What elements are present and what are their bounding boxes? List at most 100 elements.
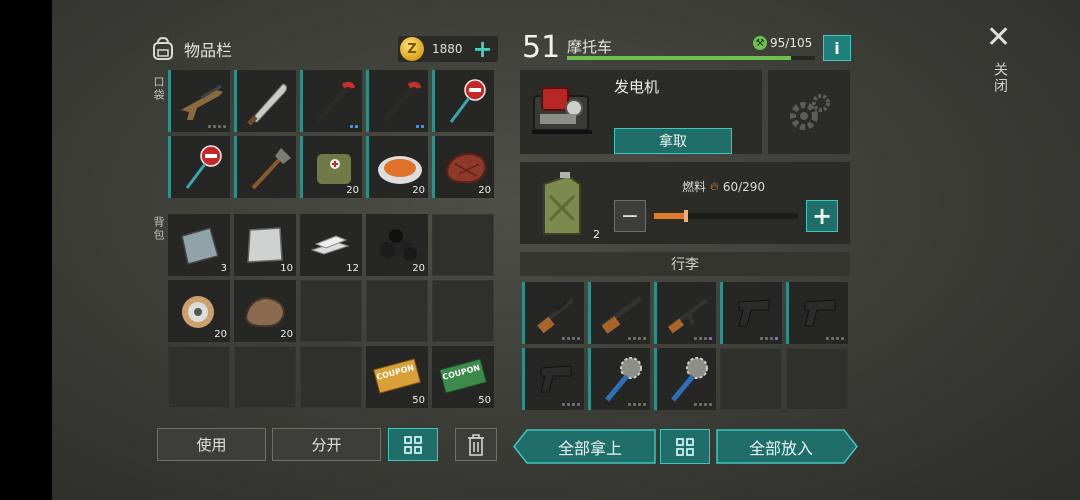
item-quantity: 50 [412,395,425,406]
item-slot[interactable] [234,136,296,198]
item-slot[interactable] [720,282,782,344]
grid-sort-icon [676,437,694,456]
generator-slot[interactable] [520,70,604,154]
item-slot[interactable] [234,70,296,132]
fuel-increase-button[interactable]: + [806,200,838,232]
item-slot[interactable]: COUPON 50 [432,346,494,408]
item-slot[interactable] [588,348,650,410]
trash-button[interactable] [455,428,497,461]
durability-value: 95/105 [770,36,813,50]
backpack-icon [153,37,173,60]
split-button[interactable]: 分开 [272,428,381,461]
item-slot[interactable]: 10 [234,214,296,276]
item-slot[interactable]: 3 [168,214,230,276]
item-tier-dots [628,403,646,406]
item-slot[interactable] [366,70,428,132]
fuel-label: 燃料 [682,180,707,194]
empty-slot[interactable] [300,280,362,342]
empty-slot[interactable] [432,214,494,276]
empty-slot[interactable] [432,280,494,342]
ak-rifle-icon [667,298,709,334]
luggage-sort-button[interactable] [660,429,710,464]
empty-slot[interactable] [366,280,428,342]
durability-bar-fill [567,56,792,60]
empty-slot[interactable] [720,348,782,410]
item-tier-dots [694,337,712,340]
item-slot[interactable] [300,70,362,132]
put-all-button[interactable] [716,429,858,464]
fuel-slot[interactable]: 2 [520,162,604,244]
empty-slot[interactable] [168,346,230,408]
item-slot[interactable]: COUPON 50 [366,346,428,408]
gears-icon [790,94,830,130]
item-slot[interactable]: 20 [300,136,362,198]
item-slot[interactable]: 20 [234,280,296,342]
item-slot[interactable]: 20 [432,136,494,198]
item-slot[interactable]: 20 [366,136,428,198]
machete-icon [247,83,288,126]
fuel-readout: 燃料 🔥︎ 60/290 [682,178,765,195]
item-quantity: 50 [478,395,491,406]
empty-slot[interactable] [786,348,848,410]
grid-sort-icon [404,435,422,454]
item-tier-dots [562,337,580,340]
item-slot[interactable] [168,136,230,198]
vehicle-name: 摩托车 [567,38,613,56]
item-tier-dots [628,337,646,340]
pistol-icon [738,299,770,327]
close-label[interactable]: 关闭 [990,62,1010,94]
item-slot[interactable] [168,70,230,132]
fuel-decrease-button[interactable]: − [614,200,646,232]
item-tier-dots [826,337,844,340]
fuel-panel: 燃料 🔥︎ 60/290 − + [604,162,850,244]
flame-icon: 🔥︎ [710,179,719,193]
item-slot[interactable] [522,282,584,344]
shovel-icon [251,148,291,190]
take-all-button[interactable] [513,429,656,464]
use-button[interactable]: 使用 [157,428,266,461]
take-button[interactable]: 拿取 [614,128,732,154]
gold-coin-icon: Z [400,37,424,61]
luggage-label: 行李 [520,252,850,276]
inventory-header: 物品栏 [150,36,232,62]
item-slot[interactable] [786,282,848,344]
item-quantity: 20 [478,185,491,196]
item-quantity: 20 [346,185,359,196]
item-tier-dots [760,337,778,340]
item-quantity: 20 [412,263,425,274]
fuel-slider[interactable] [654,210,798,222]
item-tier-dots [562,403,580,406]
item-slot[interactable] [432,70,494,132]
crowbar-icon [382,81,422,123]
fuel-slider-handle[interactable] [683,210,688,222]
coin-amount: 1880 [432,42,463,56]
backpack-grid: 3 10 12 20 20 20 COUPON 50 COUPON 50 [168,214,494,408]
item-tier-dots [208,125,226,128]
item-slot[interactable] [654,282,716,344]
item-quantity: 3 [220,263,227,274]
pocket-grid: 20 20 20 [168,70,494,198]
stop-sign-icon [449,79,486,123]
spiked-mace-icon [605,357,642,402]
item-quantity: 10 [280,263,293,274]
info-button[interactable]: i [823,35,851,61]
sort-button[interactable] [388,428,438,461]
generator-icon [532,87,592,134]
empty-slot[interactable] [300,346,362,408]
item-tier-dots [350,125,358,128]
item-slot[interactable] [522,348,584,410]
empty-slot[interactable] [234,346,296,408]
add-coins-button[interactable]: + [473,37,493,61]
fuel-value: 60/290 [722,179,766,194]
item-slot[interactable] [654,348,716,410]
item-quantity: 12 [346,263,359,274]
item-slot[interactable]: 12 [300,214,362,276]
rifle-scoped-icon [535,298,575,334]
item-slot[interactable] [588,282,650,344]
coin-counter: Z 1880 + [398,36,498,62]
item-slot[interactable]: 20 [366,214,428,276]
item-slot[interactable]: 20 [168,280,230,342]
pistol-icon [540,365,572,393]
close-icon[interactable]: ✕ [986,20,1011,55]
settings-slot[interactable] [768,70,850,154]
